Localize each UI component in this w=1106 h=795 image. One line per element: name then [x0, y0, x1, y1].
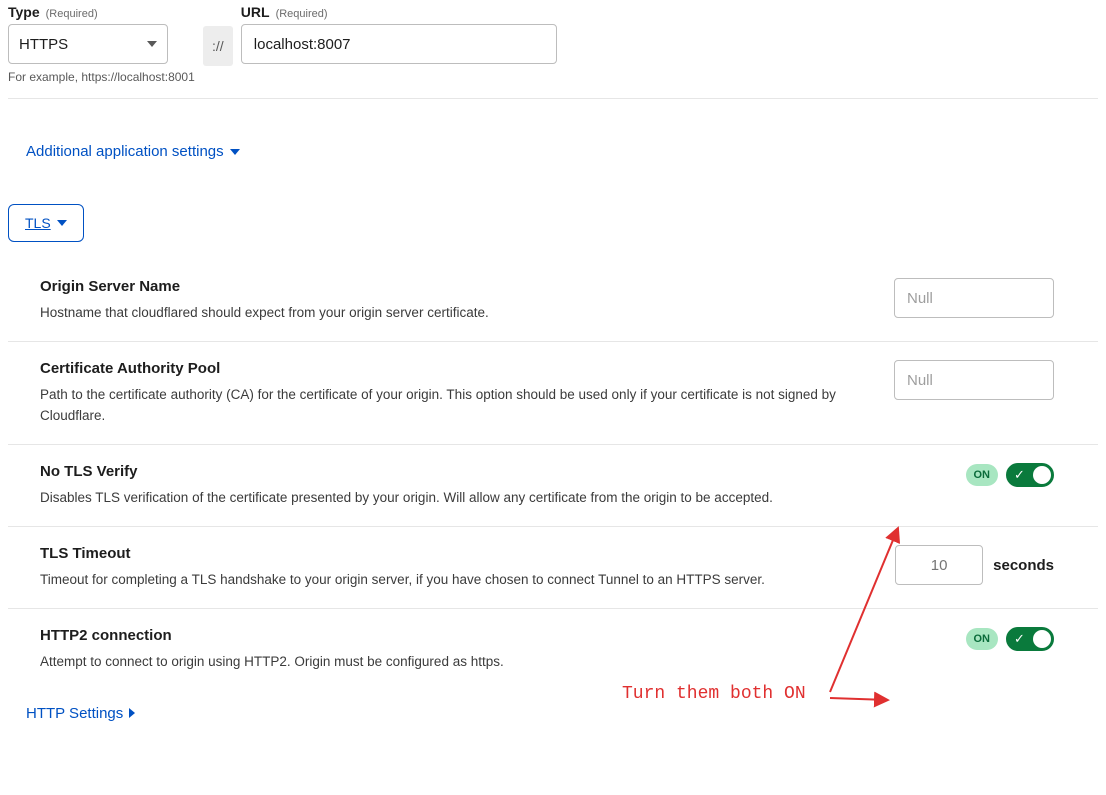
setting-origin-server-name: Origin Server Name Hostname that cloudfl… — [8, 260, 1098, 342]
on-badge: ON — [966, 464, 999, 486]
caret-down-icon — [147, 41, 157, 47]
url-label: URL — [241, 4, 270, 20]
type-field-group: Type (Required) HTTPS For example, https… — [8, 4, 195, 84]
tls-timeout-input[interactable] — [895, 545, 983, 585]
caret-right-icon — [129, 708, 135, 718]
additional-settings-row: Additional application settings — [8, 143, 1098, 160]
setting-desc: Hostname that cloudflared should expect … — [40, 303, 870, 323]
ca-pool-input[interactable] — [894, 360, 1054, 400]
url-field-group: URL (Required) — [241, 4, 557, 64]
toggle-knob — [1033, 466, 1051, 484]
caret-down-icon — [230, 149, 240, 155]
setting-ca-pool: Certificate Authority Pool Path to the c… — [8, 342, 1098, 445]
check-icon: ✓ — [1014, 468, 1025, 481]
toggle-knob — [1033, 630, 1051, 648]
no-tls-verify-toggle[interactable]: ✓ — [1006, 463, 1054, 487]
tls-dropdown-button[interactable]: TLS — [8, 204, 84, 242]
setting-no-tls-verify: No TLS Verify Disables TLS verification … — [8, 445, 1098, 527]
setting-desc: Timeout for completing a TLS handshake t… — [40, 570, 871, 590]
additional-settings-label: Additional application settings — [26, 143, 224, 160]
http-settings-link[interactable]: HTTP Settings — [26, 705, 135, 722]
setting-title: TLS Timeout — [40, 545, 871, 562]
annotation-arrow — [830, 698, 888, 700]
setting-http2-connection: HTTP2 connection Attempt to connect to o… — [8, 609, 1098, 690]
setting-title: Origin Server Name — [40, 278, 870, 295]
on-badge: ON — [966, 628, 999, 650]
caret-down-icon — [57, 220, 67, 226]
timeout-unit: seconds — [993, 557, 1054, 574]
type-select[interactable]: HTTPS — [8, 24, 168, 64]
type-url-row: Type (Required) HTTPS For example, https… — [8, 0, 1098, 84]
check-icon: ✓ — [1014, 632, 1025, 645]
tls-settings-list: Origin Server Name Hostname that cloudfl… — [8, 260, 1098, 691]
type-required: (Required) — [46, 8, 98, 20]
no-tls-verify-switch-group: ON ✓ — [966, 463, 1055, 487]
example-text: For example, https://localhost:8001 — [8, 70, 195, 84]
setting-title: No TLS Verify — [40, 463, 942, 480]
url-required: (Required) — [276, 8, 328, 20]
setting-tls-timeout: TLS Timeout Timeout for completing a TLS… — [8, 527, 1098, 609]
setting-desc: Path to the certificate authority (CA) f… — [40, 385, 870, 426]
type-label: Type — [8, 4, 40, 20]
origin-server-name-input[interactable] — [894, 278, 1054, 318]
http2-switch-group: ON ✓ — [966, 627, 1055, 651]
divider — [8, 98, 1098, 99]
protocol-separator: :// — [203, 26, 233, 66]
setting-title: Certificate Authority Pool — [40, 360, 870, 377]
url-input[interactable] — [241, 24, 557, 64]
setting-desc: Attempt to connect to origin using HTTP2… — [40, 652, 942, 672]
setting-title: HTTP2 connection — [40, 627, 942, 644]
http2-toggle[interactable]: ✓ — [1006, 627, 1054, 651]
additional-settings-link[interactable]: Additional application settings — [26, 143, 240, 160]
setting-desc: Disables TLS verification of the certifi… — [40, 488, 942, 508]
http-settings-row: HTTP Settings — [8, 705, 1098, 722]
http-settings-label: HTTP Settings — [26, 705, 123, 722]
type-select-value: HTTPS — [19, 36, 68, 53]
tls-label: TLS — [25, 215, 51, 231]
